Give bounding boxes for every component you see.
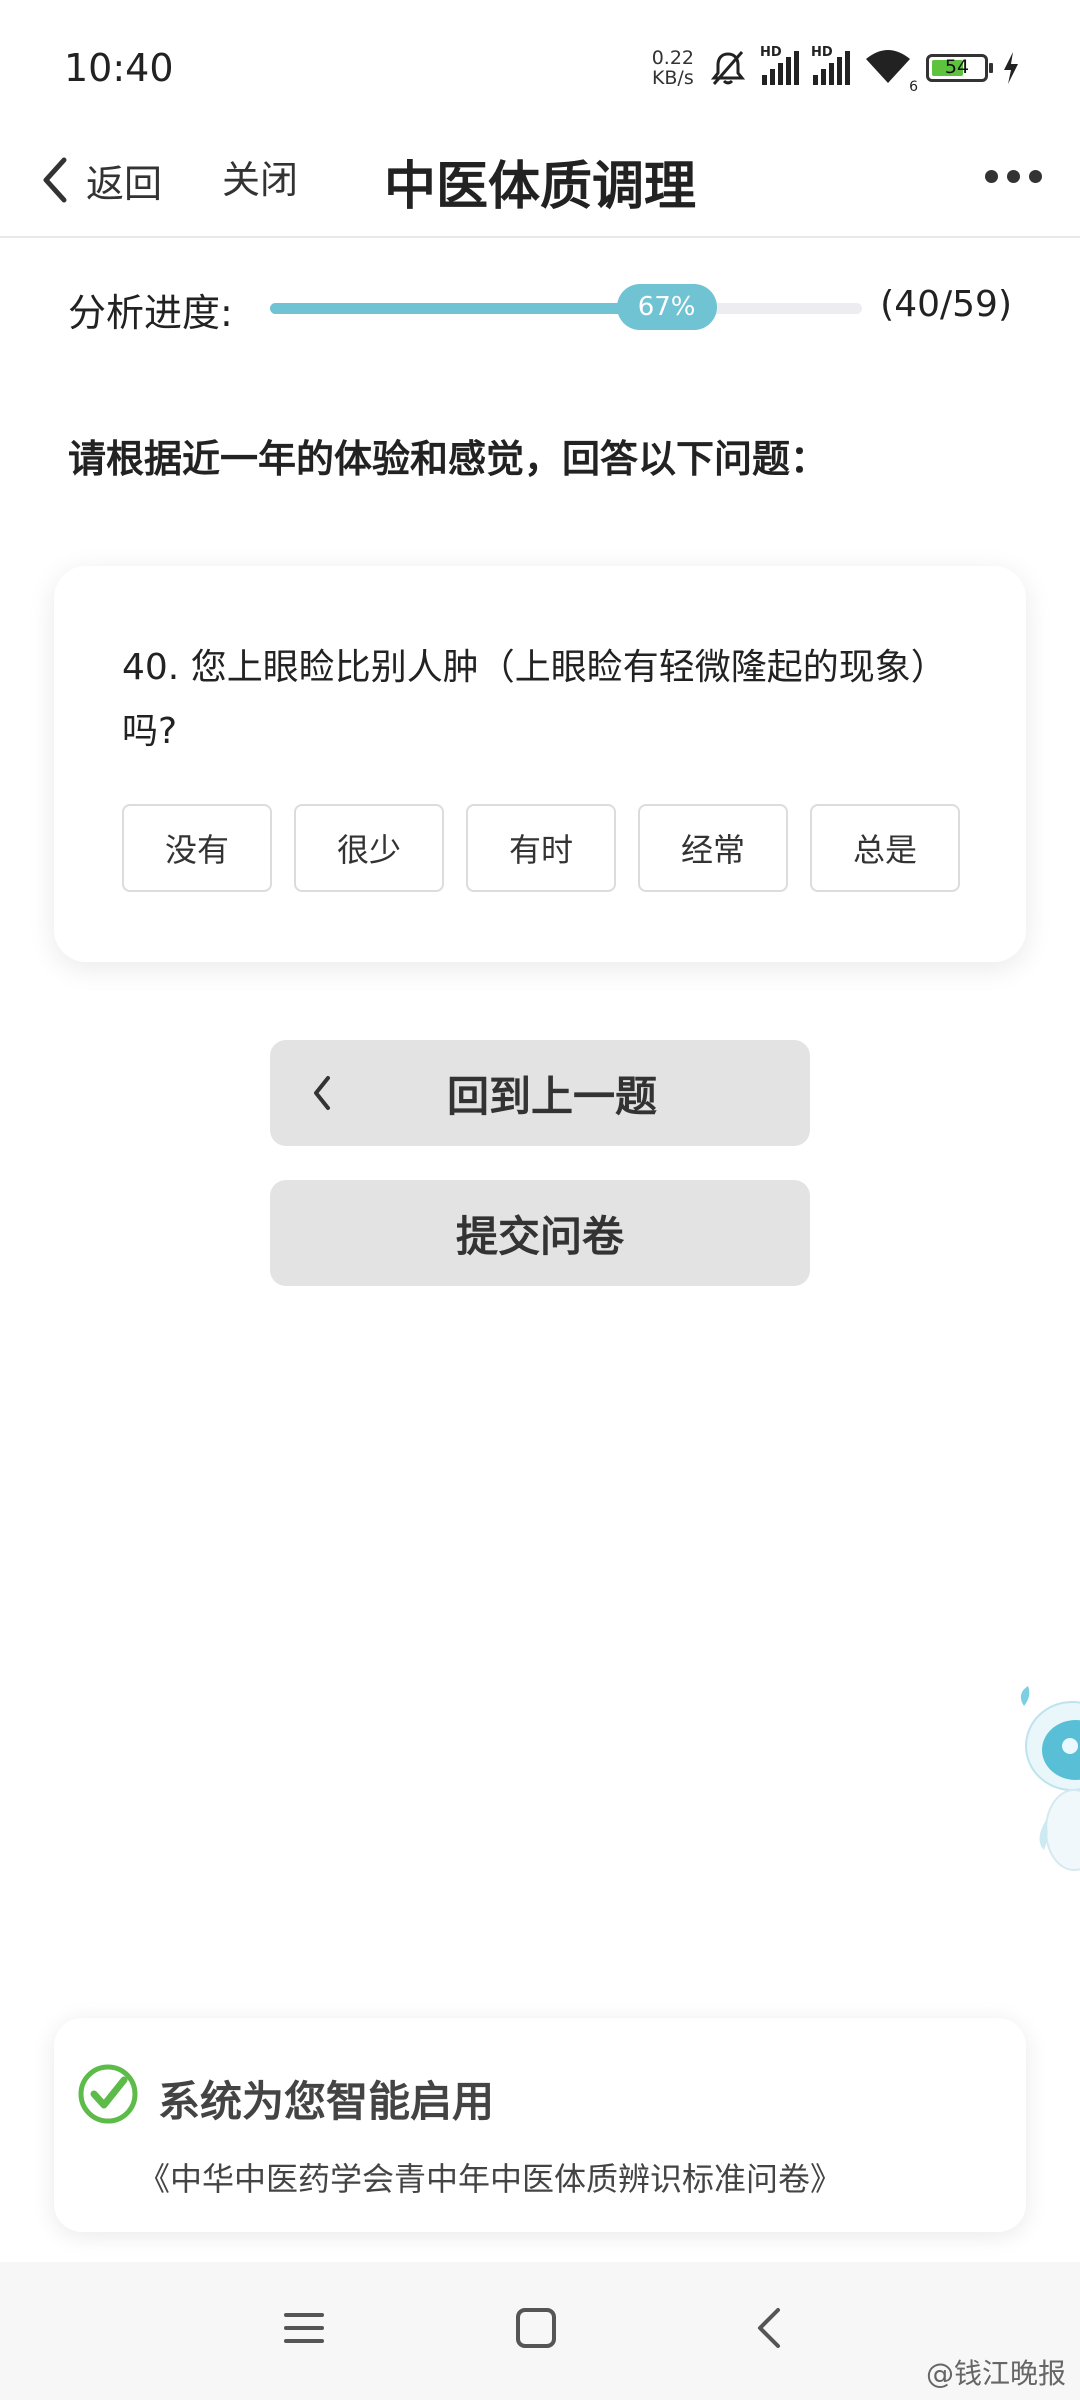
check-circle-icon bbox=[78, 2064, 138, 2124]
option-button[interactable]: 有时 bbox=[466, 804, 616, 892]
question-card: 40. 您上眼睑比别人肿（上眼睑有轻微隆起的现象）吗? 没有 很少 有时 经常 … bbox=[54, 566, 1026, 962]
clock: 10:40 bbox=[64, 46, 174, 90]
progress-label: 分析进度: bbox=[68, 291, 233, 335]
signal-hd-label: HD bbox=[811, 45, 833, 60]
progress-row: 分析进度: 67% (40/59) bbox=[0, 268, 1080, 348]
wifi-label: 6 bbox=[909, 79, 918, 95]
status-bar: 10:40 0.22 KB/s HD HD 6 54 bbox=[0, 0, 1080, 130]
notice-title: 系统为您智能启用 bbox=[158, 2077, 495, 2126]
option-button[interactable]: 很少 bbox=[294, 804, 444, 892]
status-icons: 0.22 KB/s HD HD 6 54 bbox=[652, 44, 1020, 95]
network-speed-unit: KB/s bbox=[651, 67, 694, 89]
back-nav-icon[interactable] bbox=[748, 2306, 792, 2350]
progress-percent-badge: 67% bbox=[616, 284, 717, 330]
notice-card: 系统为您智能启用 《中华中医药学会青中年中医体质辨识标准问卷》 bbox=[54, 2018, 1026, 2232]
answer-options: 没有 很少 有时 经常 总是 bbox=[122, 804, 960, 892]
battery-icon: 54 bbox=[926, 54, 993, 82]
page-title: 中医体质调理 bbox=[383, 157, 696, 217]
assistant-mascot-icon[interactable] bbox=[1010, 1680, 1080, 1880]
signal-hd-label: HD bbox=[760, 45, 782, 60]
option-button[interactable]: 总是 bbox=[810, 804, 960, 892]
chevron-left-icon bbox=[314, 1076, 330, 1110]
notice-subtitle: 《中华中医药学会青中年中医体质辨识标准问卷》 bbox=[138, 2160, 843, 2198]
submit-button[interactable]: 提交问卷 bbox=[270, 1180, 810, 1286]
progress-fill bbox=[270, 303, 667, 314]
more-options-icon[interactable] bbox=[985, 170, 1042, 183]
nav-bar: 返回 关闭 中医体质调理 bbox=[0, 130, 1080, 238]
watermark: @钱江晚报 bbox=[925, 2357, 1066, 2390]
wifi-icon: 6 bbox=[864, 47, 918, 95]
option-button[interactable]: 经常 bbox=[638, 804, 788, 892]
network-speed-value: 0.22 bbox=[651, 47, 694, 69]
option-button[interactable]: 没有 bbox=[122, 804, 272, 892]
signal-icon: HD bbox=[760, 45, 799, 85]
mute-icon bbox=[710, 51, 746, 85]
previous-question-button[interactable]: 回到上一题 bbox=[270, 1040, 810, 1146]
network-speed: 0.22 KB/s bbox=[652, 48, 694, 88]
home-icon[interactable] bbox=[514, 2306, 558, 2350]
instruction-text: 请根据近一年的体验和感觉，回答以下问题： bbox=[68, 437, 829, 481]
signal-icon: HD bbox=[811, 45, 850, 85]
question-text: 40. 您上眼睑比别人肿（上眼睑有轻微隆起的现象）吗? bbox=[122, 647, 947, 752]
progress-bar bbox=[270, 303, 862, 314]
menu-icon[interactable] bbox=[282, 2306, 326, 2350]
progress-count: (40/59) bbox=[880, 284, 1012, 325]
system-navigation-bar bbox=[0, 2262, 1080, 2400]
previous-question-label: 回到上一题 bbox=[446, 1071, 657, 1121]
battery-level: 54 bbox=[944, 56, 970, 78]
charging-icon bbox=[1004, 52, 1018, 84]
